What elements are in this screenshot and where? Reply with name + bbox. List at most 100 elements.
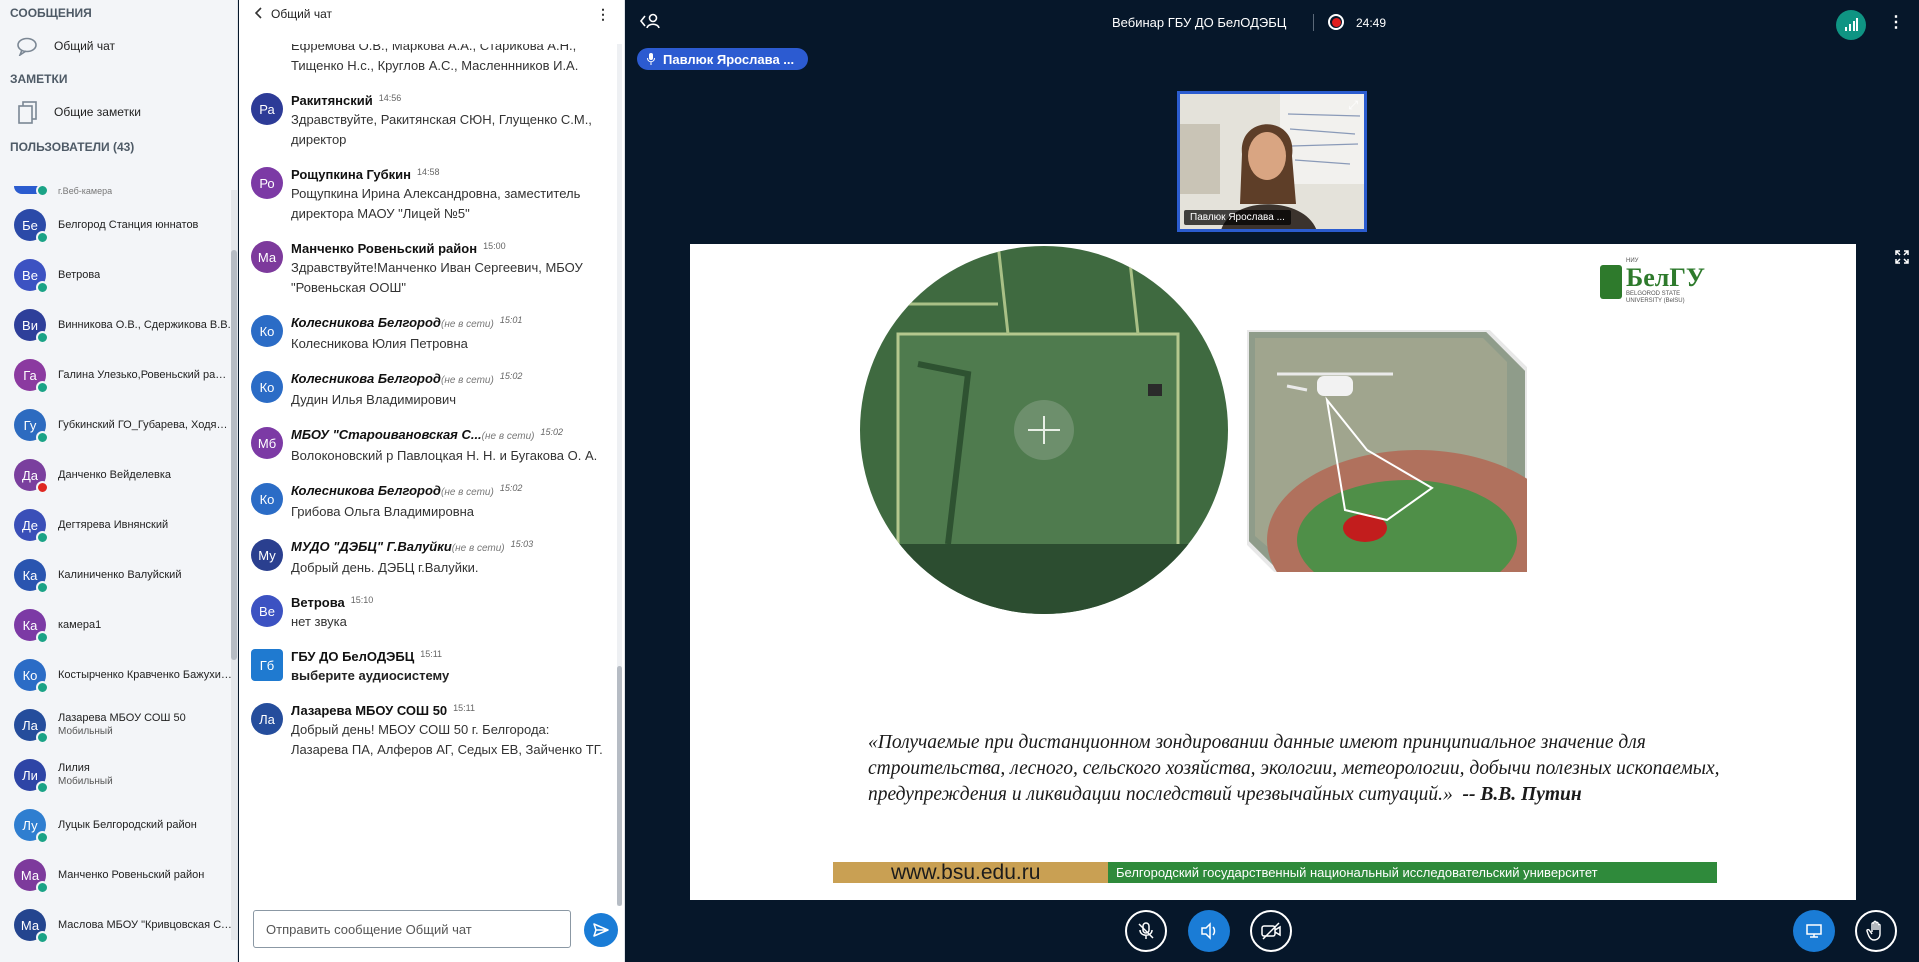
user-name-text: Лилия <box>58 762 90 774</box>
chat-scrollbar-thumb[interactable] <box>617 666 622 906</box>
user-list-item[interactable]: Ко Костырченко Кравченко Бажухина <box>0 650 232 700</box>
user-avatar: Ка <box>14 609 49 644</box>
user-avatar: Га <box>14 359 49 394</box>
webcam-video[interactable]: ⤢ Павлюк Ярослава ... <box>1177 91 1367 232</box>
slide-footer: www.bsu.edu.ru Белгородский государствен… <box>833 862 1717 883</box>
user-name: Костырченко Кравченко Бажухина <box>58 668 232 682</box>
user-name-text: Лазарева МБОУ СОШ 50 <box>58 712 186 724</box>
chat-message: Гб ГБУ ДО БелОДЭБЦ 15:11 выберите аудиосист… <box>239 645 614 686</box>
fullscreen-presentation-icon[interactable] <box>1895 250 1909 269</box>
user-avatar: Ма <box>14 859 49 894</box>
offline-status: (не в сети) <box>440 487 494 498</box>
user-name-text: Луцык Белгородский район <box>58 819 197 831</box>
message-avatar: Ве <box>251 595 283 627</box>
video-button[interactable] <box>1250 910 1292 952</box>
chat-message: Мб МБОУ "Староивановская С...(не в сети) 1… <box>239 423 614 466</box>
user-list-item[interactable]: г.Веб-камера <box>0 184 232 200</box>
chat-message-input[interactable] <box>253 910 571 948</box>
user-list-item[interactable]: Ли Лилия Мобильный <box>0 750 232 800</box>
message-time: 14:56 <box>378 93 402 103</box>
user-avatar: Ко <box>14 659 49 694</box>
talking-indicator[interactable]: Павлюк Ярослава ... <box>637 48 809 70</box>
chat-message: Ко Колесникова Белгород(не в сети) 15:02 Ду… <box>239 367 614 410</box>
user-client-type: Мобильный <box>58 776 113 787</box>
raise-hand-button[interactable] <box>1855 910 1897 952</box>
microphone-muted-icon <box>1138 922 1154 939</box>
message-text: выберите аудиосистему <box>291 668 450 683</box>
message-avatar: Гб <box>251 649 283 681</box>
user-list-item[interactable]: Ка Калиниченко Валуйский <box>0 550 232 600</box>
offline-status: (не в сети) <box>481 431 535 442</box>
message-text: Ефремова О.В., Маркова А.А., Старикова А… <box>291 44 579 73</box>
user-name: Лилия Мобильный <box>58 761 113 789</box>
user-list-item[interactable]: Ма Маслова МБОУ "Кривцовская СОШ" <box>0 900 232 950</box>
user-avatar: Ве <box>14 259 49 294</box>
chat-options-icon[interactable]: ⋮ <box>596 6 610 23</box>
user-initials: Ка <box>22 567 38 583</box>
screen-share-button[interactable] <box>1793 910 1835 952</box>
university-crest-icon <box>1600 264 1622 299</box>
message-header: Ветрова 15:10 <box>291 591 610 612</box>
audio-button[interactable] <box>1188 910 1230 952</box>
recording-indicator-icon[interactable] <box>1328 14 1344 30</box>
chat-bubble-icon <box>14 34 42 58</box>
user-name: Луцык Белгородский район <box>58 818 197 832</box>
message-header: Колесникова Белгород(не в сети) 15:01 <box>291 311 610 334</box>
user-name-text: Маслова МБОУ "Кривцовская СОШ" <box>58 919 232 931</box>
user-name-text: камера1 <box>58 619 102 631</box>
chevron-left-icon[interactable] <box>254 6 263 22</box>
user-list-item[interactable]: Да Данченко Вейделевка <box>0 450 232 500</box>
toggle-userlist-icon[interactable] <box>639 12 661 35</box>
user-avatar: Ли <box>14 759 49 794</box>
users-scrollbar-thumb[interactable] <box>231 250 237 660</box>
chat-header[interactable]: Общий чат ⋮ <box>239 0 624 28</box>
fullscreen-icon[interactable]: ⤢ <box>1348 98 1358 113</box>
user-name: г.Веб-камера <box>58 184 112 198</box>
message-avatar: Ма <box>251 241 283 273</box>
message-text: Здравствуйте!Манченко Иван Сергеевич, МБ… <box>291 260 583 295</box>
message-time: 15:03 <box>510 539 534 549</box>
user-list-item[interactable]: Гу Губкинский ГО_Губарева, Ходякова <box>0 400 232 450</box>
users-list: г.Веб-камера Бе Белгород Станция юннатов Ве… <box>0 184 232 962</box>
send-message-button[interactable] <box>584 913 618 947</box>
user-list-item[interactable]: Ла Лазарева МБОУ СОШ 50 Мобильный <box>0 700 232 750</box>
message-sender: ГБУ ДО БелОДЭБЦ <box>291 649 415 664</box>
user-list-item[interactable]: Лу Луцык Белгородский район <box>0 800 232 850</box>
user-status-icon <box>36 331 49 344</box>
user-list-item[interactable]: Ка камера1 <box>0 600 232 650</box>
user-avatar <box>14 184 49 197</box>
options-menu-icon[interactable]: ⋮ <box>1888 12 1904 32</box>
message-header: Рощупкина Губкин 14:58 <box>291 163 610 184</box>
user-initials: Ка <box>22 617 38 633</box>
user-name: Манченко Ровеньский район <box>58 868 204 882</box>
presentation-area: Вебинар ГБУ ДО БелОДЭБЦ 24:49 ⋮ Павлюк Я… <box>625 0 1919 962</box>
message-avatar: Ко <box>251 315 283 347</box>
logo-small-2: BELGOROD STATE <box>1626 291 1681 297</box>
slide-area: НИУ БелГУ BELGOROD STATE UNIVERSITY (Bel… <box>625 244 1919 900</box>
mute-button[interactable] <box>1125 910 1167 952</box>
media-controls <box>625 900 1919 962</box>
user-list-item[interactable]: Ве Ветрова <box>0 250 232 300</box>
webcam-user-label[interactable]: Павлюк Ярослава ... <box>1184 210 1291 225</box>
user-list-item[interactable]: Де Дегтярева Ивнянский <box>0 500 232 550</box>
public-chat-item[interactable]: Общий чат <box>0 26 237 66</box>
user-name-text: Губкинский ГО_Губарева, Ходякова <box>58 419 232 431</box>
user-list-item[interactable]: Га Галина Улезько,Ровеньский район <box>0 350 232 400</box>
logo-brand: БелГУ <box>1626 263 1705 292</box>
chat-scrollbar[interactable] <box>617 44 622 906</box>
message-sender: Манченко Ровеньский район <box>291 241 478 256</box>
message-text: Добрый день. ДЭБЦ г.Валуйки. <box>291 560 479 575</box>
shared-notes-item[interactable]: Общие заметки <box>0 92 237 132</box>
public-chat-label: Общий чат <box>54 39 115 53</box>
user-initials: Де <box>21 517 39 533</box>
users-scrollbar[interactable] <box>231 190 237 940</box>
message-time: 15:10 <box>350 595 374 605</box>
user-initials: Бе <box>22 217 38 233</box>
microphone-icon <box>647 53 655 65</box>
user-list-item[interactable]: Бе Белгород Станция юннатов <box>0 200 232 250</box>
user-list-item[interactable]: Ма Манченко Ровеньский район <box>0 850 232 900</box>
message-sender: Колесникова Белгород <box>291 483 441 498</box>
user-list-item[interactable]: Ви Винникова О.В., Сдержикова В.В. <box>0 300 232 350</box>
message-time: 15:11 <box>453 703 476 713</box>
connection-status-button[interactable] <box>1836 10 1866 40</box>
